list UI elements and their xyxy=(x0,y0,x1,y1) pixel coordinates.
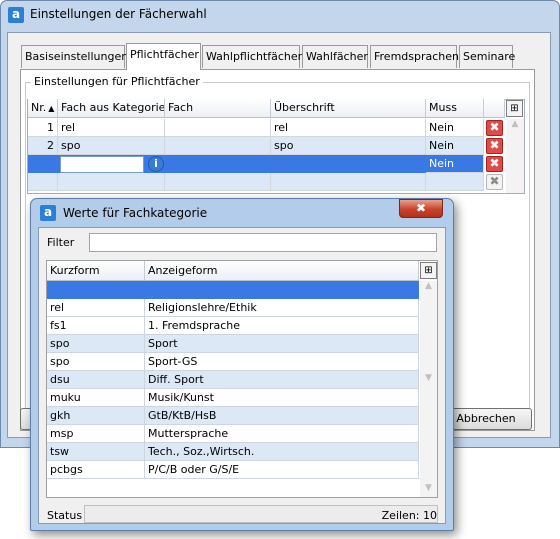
table-cell-kurzform[interactable]: rel xyxy=(47,299,145,317)
table-cell-kurzform[interactable]: spo xyxy=(47,335,145,353)
popup-title: Werte für Fachkategorie xyxy=(63,206,208,220)
list-item-selected[interactable] xyxy=(47,281,419,299)
table-cell-anzeigeform[interactable]: GtB/KtB/HsB xyxy=(145,407,419,425)
table-cell-kurzform[interactable]: msp xyxy=(47,425,145,443)
table-cell-kurzform[interactable]: dsu xyxy=(47,371,145,389)
filter-label: Filter xyxy=(47,236,75,249)
row-count: Zeilen: 10 xyxy=(381,509,437,522)
table-cell-kurzform[interactable]: gkh xyxy=(47,407,145,425)
delete-row-icon: ✖ xyxy=(486,174,503,190)
table-cell-ueberschrift[interactable]: spo xyxy=(271,137,426,155)
tab-basiseinstellungen[interactable]: Basiseinstellungen xyxy=(21,45,128,68)
window-title: Einstellungen der Fächerwahl xyxy=(30,7,207,21)
table-cell-anzeigeform[interactable]: Musik/Kunst xyxy=(145,389,419,407)
table-cell-kurzform[interactable]: tsw xyxy=(47,443,145,461)
column-header-fach[interactable]: Fach xyxy=(165,99,271,118)
table-cell-anzeigeform[interactable]: Sport xyxy=(145,335,419,353)
delete-row-icon[interactable]: ✖ xyxy=(486,156,503,172)
tab-pflichtfaecher[interactable]: Pflichtfächer xyxy=(126,43,201,70)
table-cell-nr[interactable]: 2 xyxy=(28,137,58,155)
tab-fremdsprachen[interactable]: Fremdsprachen xyxy=(370,45,459,68)
table-cell-anzeigeform[interactable]: P/C/B oder G/S/E xyxy=(145,461,419,479)
column-header-kategorie[interactable]: Fach aus Kategorie xyxy=(58,99,165,118)
table-cell-anzeigeform[interactable]: Tech., Soz.,Wirtsch. xyxy=(145,443,419,461)
scroll-up-icon[interactable]: ▲ xyxy=(420,281,437,291)
kategorie-edit-input[interactable] xyxy=(60,156,144,173)
list-scrollbar[interactable]: ▲ ▼ ▼ xyxy=(420,281,437,497)
sort-ascending-icon: ▲ xyxy=(48,104,55,113)
scroll-up-icon[interactable]: ▲ xyxy=(506,119,524,129)
column-header-muss[interactable]: Muss xyxy=(426,99,484,118)
table-cell-kurzform[interactable]: muku xyxy=(47,389,145,407)
table-cell-anzeigeform[interactable]: Sport-GS xyxy=(145,353,419,371)
scroll-down-icon[interactable]: ▼ xyxy=(420,373,437,383)
table-cell-nr[interactable]: 1 xyxy=(28,119,58,137)
table-cell-muss[interactable]: Nein xyxy=(426,119,484,137)
table-cell-muss[interactable]: Nein xyxy=(426,155,484,173)
table-cell-fach[interactable] xyxy=(165,173,271,191)
info-icon[interactable]: i xyxy=(148,156,164,172)
table-cell-kurzform[interactable]: pcbgs xyxy=(47,461,145,479)
group-title: Einstellungen für Pflichtfächer xyxy=(31,75,203,88)
tab-seminare[interactable]: Seminare xyxy=(459,45,515,68)
grid-scrollbar[interactable]: ▲ xyxy=(506,119,524,193)
table-cell-fach[interactable] xyxy=(165,137,271,155)
table-cell-muss[interactable]: Nein xyxy=(426,137,484,155)
status-label: Status xyxy=(47,509,83,522)
table-cell-anzeigeform[interactable]: 1. Fremdsprache xyxy=(145,317,419,335)
table-cell-anzeigeform[interactable]: Muttersprache xyxy=(145,425,419,443)
table-cell-kurzform[interactable]: spo xyxy=(47,353,145,371)
scroll-down-icon[interactable]: ▼ xyxy=(420,483,437,493)
table-cell-kurzform[interactable]: fs1 xyxy=(47,317,145,335)
delete-row-icon[interactable]: ✖ xyxy=(486,138,503,154)
table-cell-anzeigeform[interactable]: Diff. Sport xyxy=(145,371,419,389)
app-logo-icon: a xyxy=(8,7,24,23)
column-header-kurzform[interactable]: Kurzform xyxy=(47,261,145,281)
table-cell-kategorie[interactable]: spo xyxy=(58,137,165,155)
table-cell-ueberschrift[interactable]: rel xyxy=(271,119,426,137)
column-header-ueberschrift[interactable]: Überschrift xyxy=(271,99,426,118)
table-cell-fach[interactable] xyxy=(165,119,271,137)
filter-input[interactable] xyxy=(89,233,437,252)
column-chooser-button[interactable]: ⊞ xyxy=(506,100,523,117)
delete-row-icon[interactable]: ✖ xyxy=(486,120,503,136)
table-cell-anzeigeform[interactable]: Religionslehre/Ethik xyxy=(145,299,419,317)
tab-wahlpflichtfaecher[interactable]: Wahlpflichtfächer xyxy=(202,45,302,68)
table-cell-ueberschrift[interactable] xyxy=(271,173,426,191)
table-cell-nr[interactable] xyxy=(28,173,58,191)
table-cell-kategorie[interactable] xyxy=(58,173,165,191)
column-header-actions xyxy=(484,99,505,118)
table-cell-muss[interactable] xyxy=(426,173,484,191)
app-logo-icon: a xyxy=(40,205,56,221)
table-cell-kategorie[interactable]: rel xyxy=(58,119,165,137)
column-header-nr[interactable]: Nr. ▲ xyxy=(28,99,58,118)
column-header-anzeigeform[interactable]: Anzeigeform xyxy=(145,261,419,281)
tab-wahlfaecher[interactable]: Wahlfächer xyxy=(302,45,368,68)
close-icon[interactable]: ✖ xyxy=(399,199,443,218)
column-chooser-button[interactable]: ⊞ xyxy=(420,262,437,279)
